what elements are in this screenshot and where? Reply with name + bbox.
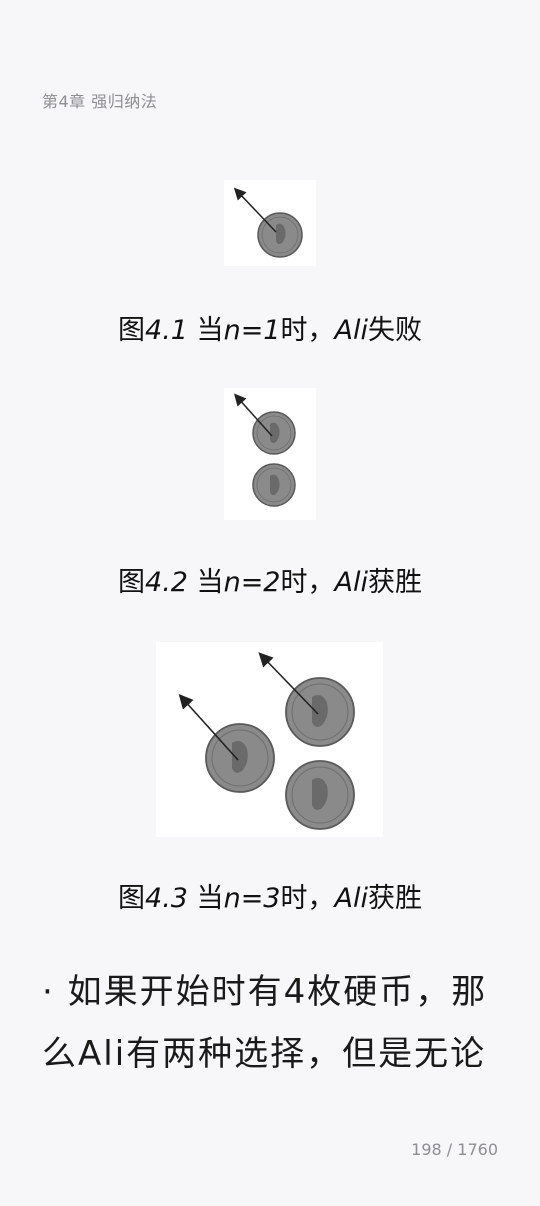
caption-prefix: 图 bbox=[118, 315, 146, 346]
coin-icon bbox=[285, 677, 355, 747]
caption-text: 当 bbox=[187, 315, 224, 346]
caption-variable: n bbox=[223, 883, 241, 914]
caption-result: 获胜 bbox=[367, 883, 422, 914]
caption-number: 4.3 bbox=[145, 883, 188, 914]
caption-equation: =3 bbox=[240, 883, 281, 914]
caption-name: Ali bbox=[334, 315, 368, 346]
caption-equation: =1 bbox=[240, 315, 281, 346]
page-indicator: 198 / 1760 bbox=[411, 1140, 498, 1159]
coin-icon bbox=[252, 463, 296, 507]
caption-text: 当 bbox=[187, 883, 224, 914]
arrow-icon bbox=[233, 187, 277, 233]
body-paragraph-line: · 如果开始时有4枚硬币，那 bbox=[42, 972, 488, 1012]
caption-equation: =2 bbox=[240, 567, 281, 598]
caption-result: 失败 bbox=[367, 315, 422, 346]
caption-number: 4.1 bbox=[145, 315, 188, 346]
reader-page: 第4章 强归纳法 图4.1 当n=1时，Ali失败 图4.2 当n=2时，Ali… bbox=[0, 0, 540, 1206]
caption-prefix: 图 bbox=[118, 883, 146, 914]
figure-4-1-caption: 图4.1 当n=1时，Ali失败 bbox=[0, 308, 540, 347]
figure-4-1-image[interactable] bbox=[224, 180, 316, 266]
caption-variable: n bbox=[223, 315, 241, 346]
caption-name: Ali bbox=[334, 567, 368, 598]
caption-text: 时， bbox=[280, 883, 335, 914]
figure-4-2-image[interactable] bbox=[224, 388, 316, 520]
caption-text: 时， bbox=[280, 567, 335, 598]
coin-icon bbox=[285, 760, 355, 830]
caption-variable: n bbox=[223, 567, 241, 598]
caption-text: 当 bbox=[187, 567, 224, 598]
caption-number: 4.2 bbox=[145, 567, 188, 598]
caption-text: 时， bbox=[280, 315, 335, 346]
figure-4-3-caption: 图4.3 当n=3时，Ali获胜 bbox=[0, 876, 540, 915]
coin-icon bbox=[205, 723, 275, 793]
caption-prefix: 图 bbox=[118, 567, 146, 598]
caption-name: Ali bbox=[334, 883, 368, 914]
chapter-header: 第4章 强归纳法 bbox=[42, 92, 158, 111]
coin-icon bbox=[252, 411, 296, 455]
figure-4-2-caption: 图4.2 当n=2时，Ali获胜 bbox=[0, 560, 540, 599]
caption-result: 获胜 bbox=[367, 567, 422, 598]
figure-4-3-image[interactable] bbox=[156, 642, 383, 837]
body-paragraph-line: 么Ali有两种选择，但是无论 bbox=[42, 1034, 487, 1074]
